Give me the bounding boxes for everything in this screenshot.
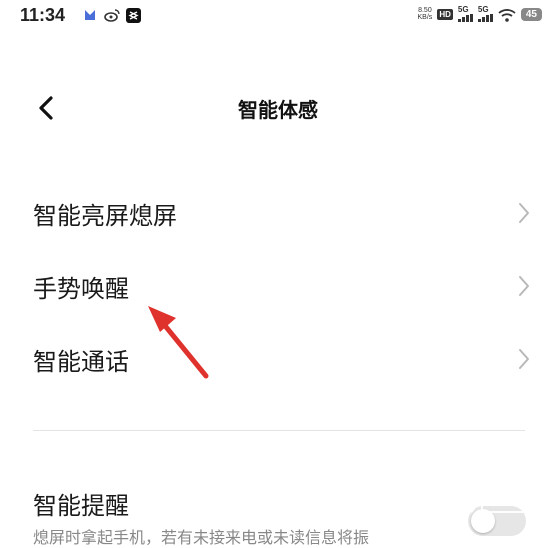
notification-icons (82, 7, 141, 23)
signal-label: 5G (477, 5, 489, 14)
section-divider (33, 430, 525, 431)
menu-item-label: 智能通话 (33, 348, 129, 376)
page-title: 智能体感 (238, 98, 318, 122)
system-status-icons: 8.50 KB/s HD 5G 5G 45 (418, 6, 542, 22)
network-speed-value: 8.50 (418, 7, 432, 14)
signal-5g-sim1: 5G (457, 5, 473, 22)
smart-reminder-title: 智能提醒 (33, 492, 129, 520)
status-time: 11:34 (20, 5, 66, 25)
signal-bars-icon (477, 14, 493, 22)
capcut-icon (126, 7, 141, 23)
chevron-right-icon (519, 203, 529, 223)
smart-reminder-description: 熄屏时拿起手机，若有未接来电或未读信息将振 (33, 528, 370, 547)
menu-item-label: 智能亮屏熄屏 (33, 202, 177, 230)
hd-voice-badge: HD (437, 8, 453, 20)
status-bar: 11:34 8.50 KB/s HD 5G 5G 45 (0, 0, 556, 34)
menu-item-smart-wake-sleep[interactable]: 智能亮屏熄屏 (0, 182, 556, 242)
weibo-icon (104, 7, 120, 23)
signal-bars-icon (457, 14, 473, 22)
app-notification-icon (82, 7, 98, 23)
menu-item-label: 手势唤醒 (33, 275, 129, 303)
network-speed: 8.50 KB/s (418, 7, 433, 21)
title-bar: 智能体感 (0, 84, 556, 132)
network-speed-unit: KB/s (417, 14, 433, 21)
wifi-icon (498, 7, 516, 22)
chevron-right-icon (519, 276, 529, 296)
battery-icon: 45 (520, 7, 542, 21)
signal-5g-sim2: 5G (477, 5, 493, 22)
signal-label: 5G (457, 5, 469, 14)
menu-item-gesture-wake[interactable]: 手势唤醒 (0, 255, 556, 315)
chevron-right-icon (519, 349, 529, 369)
menu-item-smart-call[interactable]: 智能通话 (0, 328, 556, 388)
watermark-logo (452, 490, 542, 524)
